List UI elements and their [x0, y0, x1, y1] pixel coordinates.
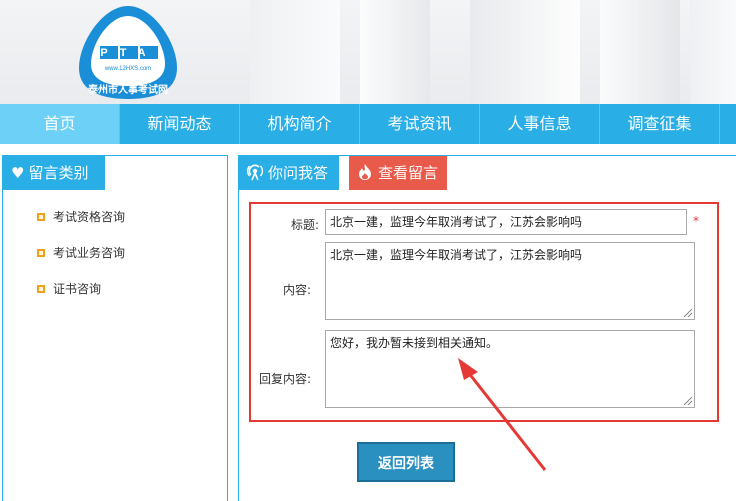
bullet-icon: [37, 249, 45, 257]
flame-icon: [355, 156, 375, 190]
logo-url: www.12HXS.com: [104, 66, 151, 72]
sidebar-item-certificate[interactable]: 证书咨询: [37, 278, 125, 314]
message-detail-box: 标题: 北京一建，监理今年取消考试了，江苏会影响吗 * 内容: 北京一建，监理今…: [249, 202, 719, 422]
back-to-list-button[interactable]: 返回列表: [357, 442, 455, 482]
sidebar-item-business[interactable]: 考试业务咨询: [37, 242, 125, 278]
resize-grip-icon[interactable]: [684, 309, 692, 317]
nav-item-about[interactable]: 机构简介: [240, 104, 360, 144]
content-textarea[interactable]: 北京一建，监理今年取消考试了，江苏会影响吗: [325, 242, 695, 320]
banner-panel: [690, 0, 736, 104]
reply-textarea[interactable]: 您好，我办暂未接到相关通知。: [325, 330, 695, 408]
main-nav: 首页 新闻动态 机构简介 考试资讯 人事信息 调查征集: [0, 104, 736, 144]
sidebar-item-qualification[interactable]: 考试资格咨询: [37, 206, 125, 242]
sidebar: ♥ 留言类别 考试资格咨询 考试业务咨询 证书咨询: [2, 155, 228, 501]
reply-label: 回复内容:: [258, 372, 311, 386]
tab-ask[interactable]: 你问我答: [239, 156, 339, 190]
banner-panel: [470, 0, 580, 104]
main-content: 你问我答 查看留言 标题: 北京一建，监理今年取消考试了，江苏会影响吗 * 内容…: [238, 155, 736, 501]
bullet-icon: [37, 285, 45, 293]
banner-panel: [250, 0, 340, 104]
content-text: 北京一建，监理今年取消考试了，江苏会影响吗: [330, 248, 583, 262]
nav-item-survey[interactable]: 调查征集: [600, 104, 720, 144]
sidebar-item-label: 考试业务咨询: [53, 246, 126, 260]
sidebar-item-label: 证书咨询: [53, 282, 102, 296]
title-input[interactable]: 北京一建，监理今年取消考试了，江苏会影响吗: [325, 209, 687, 235]
site-logo[interactable]: PTA www.12HXS.com 泰州市人事考试网: [73, 2, 183, 102]
sidebar-header: ♥ 留言类别: [3, 156, 105, 190]
nav-item-exam-info[interactable]: 考试资讯: [360, 104, 480, 144]
sidebar-item-label: 考试资格咨询: [53, 210, 126, 224]
logo-name: 泰州市人事考试网: [87, 83, 168, 96]
banner-panel: [600, 0, 680, 104]
logo-acronym: PTA: [100, 46, 158, 59]
tab-view-label: 查看留言: [378, 164, 439, 182]
header-banner: PTA www.12HXS.com 泰州市人事考试网: [0, 0, 736, 104]
bullet-icon: [37, 213, 45, 221]
banner-panel: [360, 0, 430, 104]
tab-view-messages[interactable]: 查看留言: [349, 156, 447, 190]
sidebar-title: 留言类别: [28, 164, 89, 182]
required-mark: *: [693, 214, 699, 228]
nav-item-personnel[interactable]: 人事信息: [480, 104, 600, 144]
resize-grip-icon[interactable]: [684, 397, 692, 405]
content-label: 内容:: [282, 283, 311, 297]
tab-ask-label: 你问我答: [268, 164, 329, 182]
heart-icon: ♥: [11, 164, 25, 182]
nav-item-home[interactable]: 首页: [0, 104, 120, 144]
reply-text: 您好，我办暂未接到相关通知。: [330, 336, 499, 350]
svg-text:PTA: PTA: [100, 47, 157, 59]
title-label: 标题:: [290, 218, 319, 232]
broadcast-icon: [245, 156, 265, 190]
category-list: 考试资格咨询 考试业务咨询 证书咨询: [37, 206, 125, 314]
nav-item-news[interactable]: 新闻动态: [120, 104, 240, 144]
